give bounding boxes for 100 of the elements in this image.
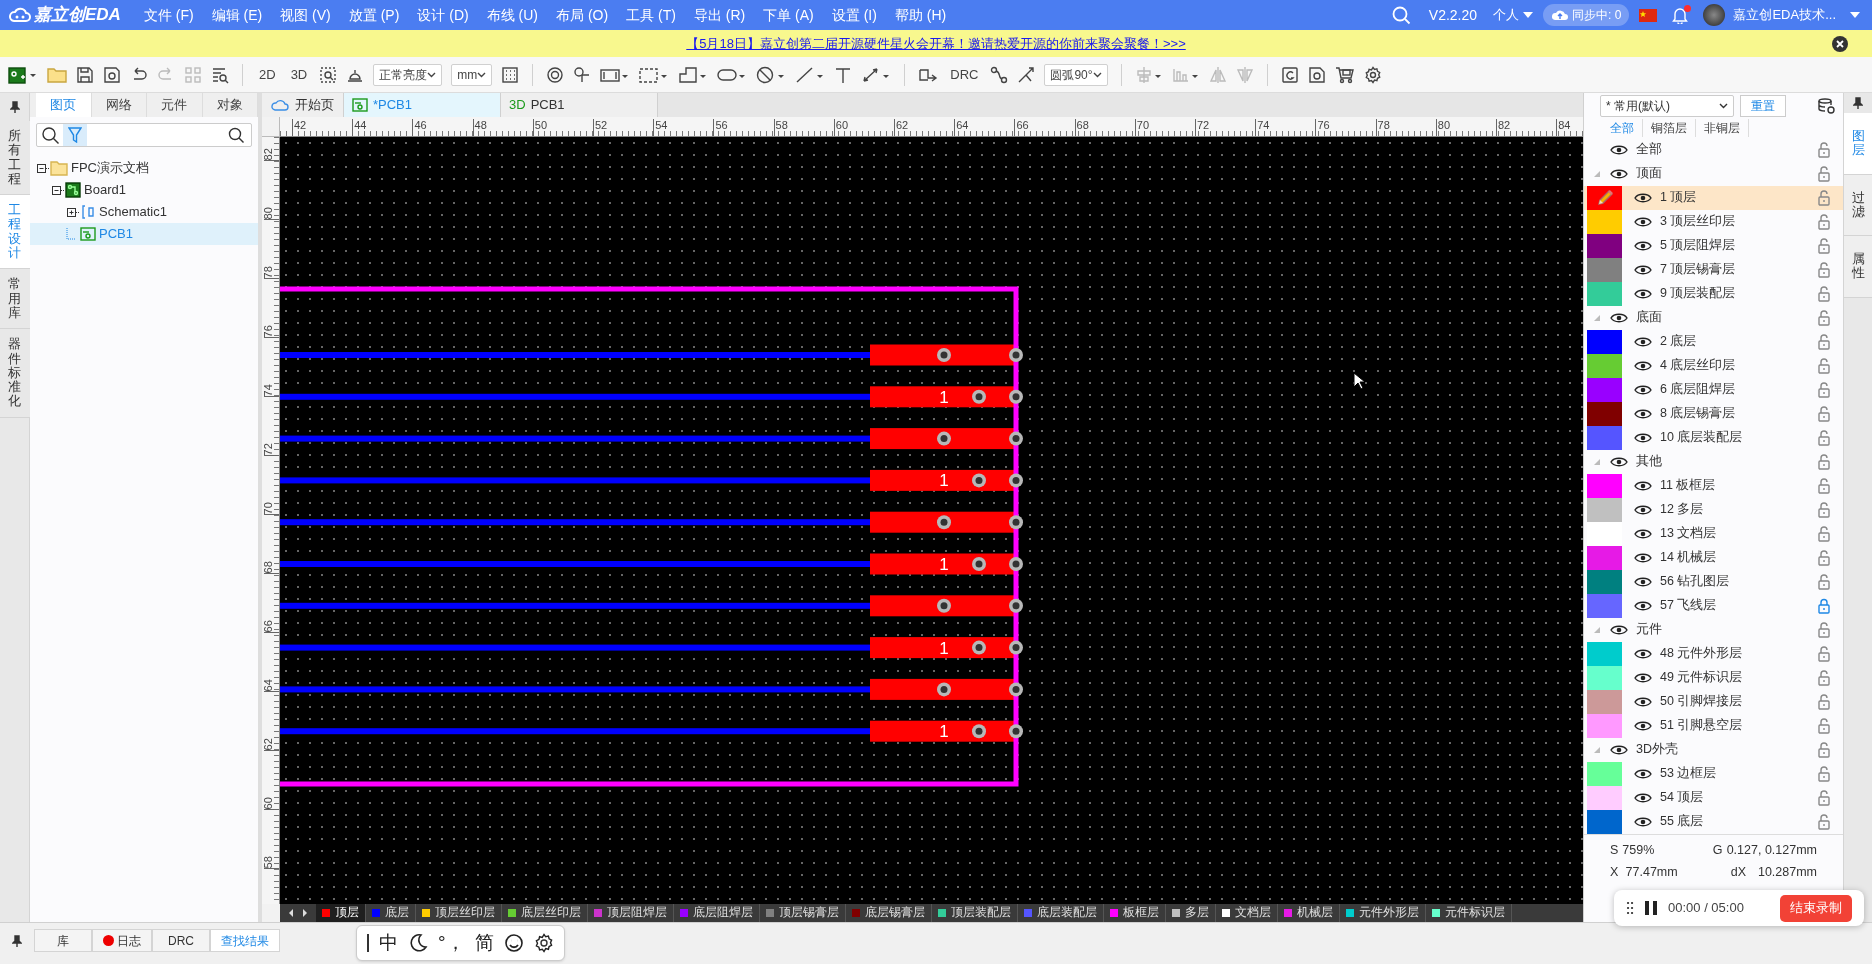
eye-icon[interactable] [1610, 167, 1628, 180]
eye-icon[interactable] [1610, 311, 1628, 324]
layer-color-swatch[interactable] [1587, 713, 1622, 738]
fork-icon[interactable] [1017, 65, 1036, 84]
layer-row[interactable]: 4 底层丝印层 [1584, 353, 1843, 378]
eye-icon[interactable] [1634, 671, 1652, 684]
eye-icon[interactable] [1610, 143, 1628, 156]
probe-icon[interactable] [573, 65, 592, 84]
bottom-tab[interactable]: 日志 [92, 929, 152, 952]
unlock-icon[interactable] [1817, 549, 1831, 566]
drc-button[interactable]: DRC [947, 63, 982, 86]
layer-color-swatch[interactable] [1587, 401, 1622, 426]
layer-filter-tab[interactable]: 全部 [1602, 119, 1643, 138]
layer-color-swatch[interactable] [1587, 689, 1622, 714]
layer-color-swatch[interactable] [1587, 545, 1622, 570]
eye-icon[interactable] [1634, 335, 1652, 348]
eye-icon[interactable] [1610, 743, 1628, 756]
layer-row[interactable]: 56 钻孔图层 [1584, 569, 1843, 594]
eye-icon[interactable] [1634, 527, 1652, 540]
save-copy-icon[interactable] [103, 65, 121, 84]
eye-icon[interactable] [1634, 479, 1652, 492]
layer-color-swatch[interactable] [1587, 329, 1622, 354]
layer-filter-tab[interactable]: 非铜层 [1696, 119, 1749, 138]
panel-tab[interactable]: 网络 [91, 93, 147, 117]
brightness-select[interactable]: 正常亮度 [373, 63, 443, 86]
unlock-icon[interactable] [1817, 717, 1831, 734]
menu-item[interactable]: 下单 (A) [754, 4, 823, 26]
unlock-icon[interactable] [1817, 645, 1831, 662]
unlock-icon[interactable] [1817, 381, 1831, 398]
layer-row[interactable]: 9 顶层装配层 [1584, 281, 1843, 306]
line-icon[interactable] [795, 65, 826, 84]
collapse-icon[interactable] [36, 161, 50, 175]
zoom-area-icon[interactable] [319, 65, 338, 84]
eye-icon[interactable] [1634, 647, 1652, 660]
expand-icon[interactable] [66, 205, 80, 219]
unlock-icon[interactable] [1817, 765, 1831, 782]
unlock-icon[interactable] [1817, 189, 1831, 206]
search-document-icon[interactable] [211, 65, 229, 84]
side-tab[interactable]: 属性 [1843, 236, 1872, 298]
input-method-button[interactable]: 中 [379, 928, 398, 958]
eye-icon[interactable] [1634, 575, 1652, 588]
menu-item[interactable]: 布线 (U) [477, 4, 547, 26]
unlock-icon[interactable] [1817, 333, 1831, 350]
layer-row[interactable]: 11 板框层 [1584, 473, 1843, 498]
eye-icon[interactable] [1634, 599, 1652, 612]
tree-item[interactable]: FPC演示文档 [30, 157, 258, 179]
search-icon[interactable] [227, 126, 245, 144]
layer-row[interactable]: 3 顶层丝印层 [1584, 209, 1843, 234]
layer-color-swatch[interactable] [1587, 593, 1622, 618]
unlock-icon[interactable] [1817, 453, 1831, 470]
layer-color-swatch[interactable] [1587, 497, 1622, 522]
2d-view-button[interactable]: 2D [256, 63, 279, 86]
eye-icon[interactable] [1634, 383, 1652, 396]
layer-color-swatch[interactable] [1587, 473, 1622, 498]
layer-filter-tab[interactable]: 铜箔层 [1643, 119, 1696, 138]
moon-icon[interactable] [408, 933, 428, 953]
unlock-icon[interactable] [1817, 573, 1831, 590]
eye-icon[interactable] [1634, 551, 1652, 564]
menu-item[interactable]: 放置 (P) [339, 4, 409, 26]
eye-icon[interactable] [1634, 767, 1652, 780]
unlock-icon[interactable] [1817, 621, 1831, 638]
unlock-icon[interactable] [1817, 741, 1831, 758]
prohibited-icon[interactable] [756, 65, 787, 84]
layer-row[interactable]: 6 底层阻焊层 [1584, 377, 1843, 402]
eye-icon[interactable] [1634, 359, 1652, 372]
unlock-icon[interactable] [1817, 237, 1831, 254]
tree-item[interactable]: Schematic1 [30, 201, 258, 223]
layer-row[interactable]: 57 飞线层 [1584, 593, 1843, 618]
unlock-icon[interactable] [1817, 309, 1831, 326]
pin-icon[interactable] [9, 101, 20, 113]
unlock-icon[interactable] [1817, 789, 1831, 806]
layer-row[interactable]: 5 顶层阻焊层 [1584, 233, 1843, 258]
close-icon[interactable] [1832, 35, 1848, 52]
unlock-icon[interactable] [1817, 501, 1831, 518]
cart-icon[interactable] [1334, 65, 1355, 84]
new-board-icon[interactable] [8, 64, 38, 85]
eye-icon[interactable] [1634, 791, 1652, 804]
gerber-document-icon[interactable] [1280, 65, 1299, 84]
side-tab[interactable]: 器件标准化 [0, 329, 30, 418]
layer-row[interactable]: 54 顶层 [1584, 785, 1843, 810]
user-name[interactable]: 嘉立创EDA技术... [1733, 5, 1836, 25]
menu-item[interactable]: 帮助 (H) [885, 4, 956, 26]
layer-row[interactable]: 14 机械层 [1584, 545, 1843, 570]
unlock-icon[interactable] [1817, 357, 1831, 374]
menu-item[interactable]: 编辑 (E) [202, 4, 272, 26]
layer-color-swatch[interactable] [1587, 257, 1622, 282]
unlock-icon[interactable] [1817, 429, 1831, 446]
layer-settings-icon[interactable] [1817, 97, 1835, 116]
layer-color-swatch[interactable] [1587, 233, 1622, 258]
text-tool-icon[interactable] [834, 65, 853, 84]
layer-row[interactable]: 10 底层装配层 [1584, 425, 1843, 450]
layer-row[interactable]: 1 顶层 [1584, 185, 1843, 210]
menu-item[interactable]: 文件 (F) [134, 4, 203, 26]
bottom-tab[interactable]: 库 [34, 929, 92, 952]
user-avatar[interactable] [1703, 4, 1726, 26]
eye-icon[interactable] [1634, 719, 1652, 732]
search-icon[interactable] [39, 124, 61, 146]
bottom-tab[interactable]: 查找结果 [210, 929, 280, 952]
layer-color-swatch[interactable] [1587, 425, 1622, 450]
account-menu[interactable]: 个人 [1493, 5, 1534, 25]
